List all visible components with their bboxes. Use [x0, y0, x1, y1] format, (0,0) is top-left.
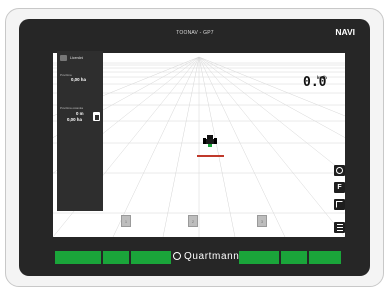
target-icon[interactable] — [334, 165, 345, 176]
tractor-icon — [60, 55, 67, 61]
area-worked-label: Površina — [60, 73, 72, 77]
area-remaining-label: Površina ostanka — [60, 106, 84, 110]
vehicle-label[interactable]: Licenčni — [70, 56, 83, 60]
section-marker[interactable]: 1 — [121, 215, 131, 227]
section-indicator — [131, 251, 171, 264]
trash-icon[interactable] — [93, 112, 100, 121]
fullscreen-icon[interactable] — [334, 199, 345, 210]
section-indicator — [239, 251, 279, 264]
top-bar: TOONAV - GP7 NAVI — [31, 25, 359, 43]
menu-icon[interactable] — [334, 222, 345, 233]
section-marker[interactable]: 2 — [188, 215, 198, 227]
mode-label: NAVI — [335, 27, 355, 37]
section-indicator — [55, 251, 101, 264]
tractor-position-icon — [203, 135, 217, 148]
section-indicator — [103, 251, 129, 264]
app-title: TOONAV - GP7 — [176, 30, 214, 36]
area-worked-value: 0,00 ha — [71, 77, 86, 82]
left-info-panel: Licenčni Površina 0,00 ha Površina ostan… — [57, 51, 103, 211]
speed-unit: km/h — [317, 75, 327, 80]
field-button[interactable]: F — [334, 182, 345, 193]
bottom-status-bar: Quartmann — [55, 247, 341, 265]
logo-icon — [173, 252, 181, 260]
logo-text: Quartmann — [184, 250, 240, 262]
section-indicator — [281, 251, 307, 264]
section-indicator — [309, 251, 341, 264]
section-marker[interactable]: 3 — [257, 215, 267, 227]
field-button-label: F — [337, 184, 342, 191]
area-remaining-value: 0,00 ha — [67, 117, 82, 122]
distance-value: 0 m — [76, 111, 84, 116]
implement-bar — [197, 155, 224, 157]
